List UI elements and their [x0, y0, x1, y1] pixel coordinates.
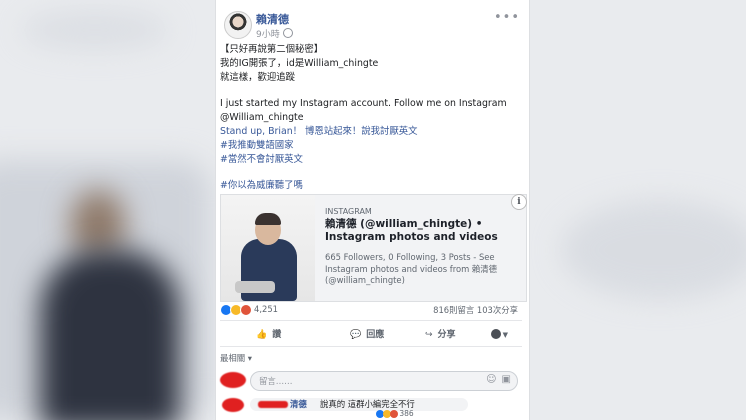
viewer-avatar: [220, 372, 246, 388]
redacted-name: [258, 401, 288, 408]
emoji-icon[interactable]: ☺: [486, 374, 496, 385]
angry-reaction-icon: [390, 410, 398, 418]
author-avatar[interactable]: [224, 11, 252, 39]
comment-button[interactable]: 💬 回應: [350, 326, 384, 344]
comments-shares-count[interactable]: 816則留言 103次分享: [433, 304, 518, 316]
page-selector[interactable]: ▼: [490, 329, 508, 340]
share-button[interactable]: ↪ 分享: [425, 326, 456, 344]
divider: [220, 320, 522, 321]
post-stats: 4,251 816則留言 103次分享: [220, 303, 522, 317]
info-icon[interactable]: i: [511, 194, 527, 210]
comment-tools: ☺ ▣: [481, 374, 511, 385]
comment-sort[interactable]: 最相關 ▾: [220, 352, 252, 364]
post-body: 【只好再說第二個秘密】 我的IG開張了，id是William_chingte 就…: [220, 43, 520, 193]
preview-image[interactable]: [221, 195, 315, 301]
post-time-text: 9小時: [256, 30, 280, 40]
angry-reaction-icon: [240, 304, 252, 316]
post-line: 就這樣，歡迎追蹤: [220, 71, 296, 83]
post-header: 賴清德 9小時 •••: [220, 10, 520, 40]
preview-info[interactable]: INSTAGRAM 賴清德 (@william_chingte) • Insta…: [325, 207, 521, 287]
like-button[interactable]: 👍 讚: [256, 326, 281, 344]
post-card: 賴清德 9小時 ••• 【只好再說第二個秘密】 我的IG開張了，id是Willi…: [215, 0, 530, 420]
preview-title[interactable]: 賴清德 (@william_chingte) • Instagram photo…: [325, 218, 521, 244]
action-bar: 👍 讚 💬 回應 ↪ 分享 ▼: [220, 326, 522, 344]
commenter-avatar[interactable]: [222, 398, 244, 412]
blurred-right: [560, 200, 746, 300]
comment-label: 回應: [366, 330, 385, 340]
post-time[interactable]: 9小時: [256, 27, 293, 40]
reaction-icons[interactable]: [220, 304, 252, 316]
reaction-count[interactable]: 4,251: [254, 304, 278, 314]
thumb-icon: 👍: [256, 330, 268, 340]
commenter-name[interactable]: 清德: [290, 398, 307, 411]
divider: [220, 346, 522, 347]
link-preview[interactable]: INSTAGRAM 賴清德 (@william_chingte) • Insta…: [220, 194, 527, 302]
preview-image-hair: [255, 213, 281, 225]
hashtag-link[interactable]: #你以為威廉聽了嗎: [220, 179, 520, 193]
blurred-body: [40, 250, 180, 420]
post-line: 我的IG開張了，id是William_chingte: [220, 57, 379, 69]
comment-placeholder: 留言……: [259, 376, 293, 386]
post-line: @William_chingte: [220, 112, 304, 124]
page-avatar-icon: [490, 329, 501, 339]
author-name[interactable]: 賴清德: [256, 11, 289, 27]
sticker-icon[interactable]: ▣: [502, 374, 511, 385]
comment-reactions[interactable]: 386: [376, 409, 414, 418]
post-line-link[interactable]: Stand up, Brian！ 博恩站起來！說我討厭英文: [220, 125, 520, 139]
chevron-down-icon: ▼: [502, 330, 508, 339]
preview-image-pants: [235, 281, 275, 293]
hashtag-link[interactable]: #當然不會討厭英文: [220, 153, 520, 167]
share-label: 分享: [437, 330, 456, 340]
post-line: 【只好再說第二個秘密】: [220, 44, 324, 55]
globe-icon: [282, 28, 293, 38]
arrow-icon: ↪: [425, 330, 433, 340]
comment-reaction-count: 386: [399, 409, 414, 418]
speech-icon: 💬: [350, 330, 362, 340]
blurred-top-left: [20, 10, 170, 50]
like-label: 讚: [272, 330, 282, 340]
preview-source: INSTAGRAM: [325, 207, 372, 216]
comment-bubble: 清德 說真的 這群小編完全不行: [250, 398, 468, 411]
comment-input[interactable]: 留言…… ☺ ▣: [250, 371, 518, 391]
hashtag-link[interactable]: #我推動雙語國家: [220, 139, 520, 153]
more-options-icon[interactable]: •••: [494, 10, 520, 25]
preview-description: 665 Followers, 0 Following, 3 Posts - Se…: [325, 252, 498, 285]
blurred-face: [70, 190, 126, 258]
post-line: I just started my Instagram account. Fol…: [220, 98, 507, 110]
